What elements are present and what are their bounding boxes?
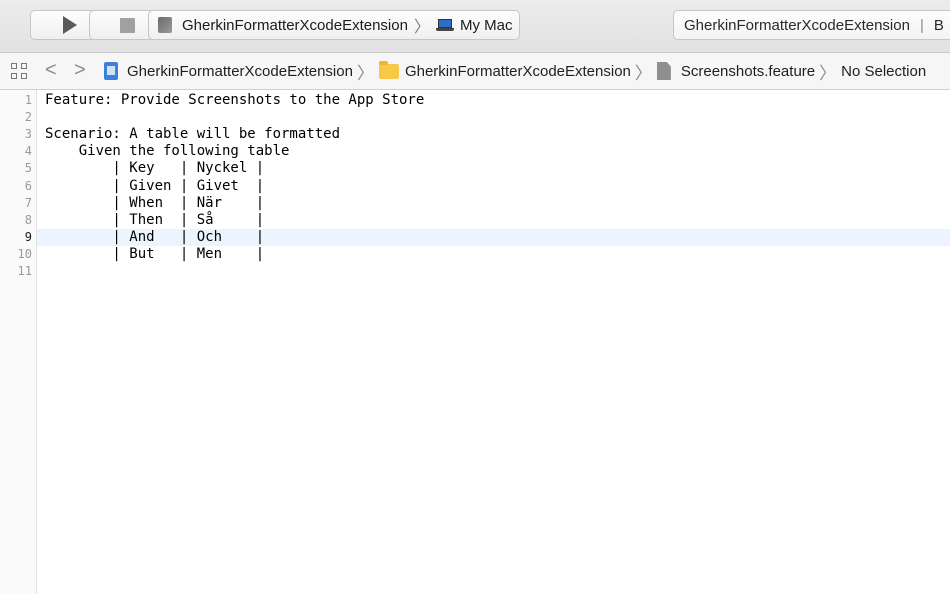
code-line[interactable]: | But | Men | (37, 246, 950, 263)
code-line[interactable]: Scenario: A table will be formatted (37, 126, 950, 143)
chevron-right-icon: 〉 (819, 63, 837, 83)
scheme-selector[interactable]: GherkinFormatterXcodeExtension 〉 My Mac (148, 10, 520, 40)
breadcrumb-file[interactable]: Screenshots.feature (681, 63, 815, 80)
code-line[interactable]: Feature: Provide Screenshots to the App … (37, 92, 950, 109)
activity-status: GherkinFormatterXcodeExtension | B (673, 10, 950, 40)
file-icon (656, 62, 671, 80)
chevron-left-icon[interactable]: < (45, 59, 57, 82)
status-divider: | (919, 16, 924, 34)
current-code-line[interactable]: | And | Och | (37, 228, 950, 246)
project-icon (104, 62, 118, 80)
line-number: 3 (24, 127, 32, 142)
window-toolbar: GherkinFormatterXcodeExtension 〉 My Mac … (0, 0, 950, 53)
related-items-icon[interactable] (11, 63, 29, 81)
code-line[interactable]: | Given | Givet | (37, 178, 950, 195)
code-line[interactable] (37, 109, 950, 126)
line-number: 6 (24, 178, 32, 193)
breadcrumb-group[interactable]: GherkinFormatterXcodeExtension (405, 63, 631, 80)
source-editor[interactable]: Feature: Provide Screenshots to the App … (37, 90, 950, 594)
folder-icon (378, 60, 399, 79)
play-icon (62, 16, 77, 34)
line-number: 2 (24, 110, 32, 125)
breadcrumb-project[interactable]: GherkinFormatterXcodeExtension (127, 63, 353, 80)
jump-bar: < > GherkinFormatterXcodeExtension 〉 Ghe… (0, 53, 950, 90)
line-number-gutter: 1 2 3 4 5 6 7 8 9 10 11 (0, 90, 37, 594)
line-number: 9 (24, 229, 32, 244)
stop-icon (119, 17, 135, 33)
chevron-right-icon: 〉 (634, 63, 652, 83)
status-text: GherkinFormatterXcodeExtension (684, 16, 910, 34)
line-number: 11 (17, 264, 32, 278)
chevron-right-icon: 〉 (356, 63, 374, 83)
chevron-right-icon: 〉 (413, 19, 430, 36)
chevron-right-nav-icon[interactable]: > (74, 59, 86, 82)
line-number: 8 (24, 212, 32, 227)
scheme-target-label: GherkinFormatterXcodeExtension (182, 16, 408, 34)
laptop-icon (435, 19, 454, 31)
line-number: 4 (24, 144, 32, 159)
breadcrumb: GherkinFormatterXcodeExtension 〉 Gherkin… (104, 53, 926, 89)
code-line[interactable]: | Key | Nyckel | (37, 160, 950, 177)
line-number: 10 (17, 246, 32, 261)
code-line[interactable]: Given the following table (37, 143, 950, 160)
app-target-icon (158, 17, 172, 33)
line-number: 5 (24, 161, 32, 176)
line-number: 1 (24, 93, 32, 107)
code-line[interactable] (37, 263, 950, 280)
status-text-2: B (933, 16, 944, 34)
code-line[interactable]: | When | När | (37, 195, 950, 212)
line-number: 7 (24, 195, 32, 210)
breadcrumb-selection[interactable]: No Selection (841, 63, 926, 80)
destination-label: My Mac (459, 16, 513, 34)
code-line[interactable]: | Then | Så | (37, 212, 950, 229)
